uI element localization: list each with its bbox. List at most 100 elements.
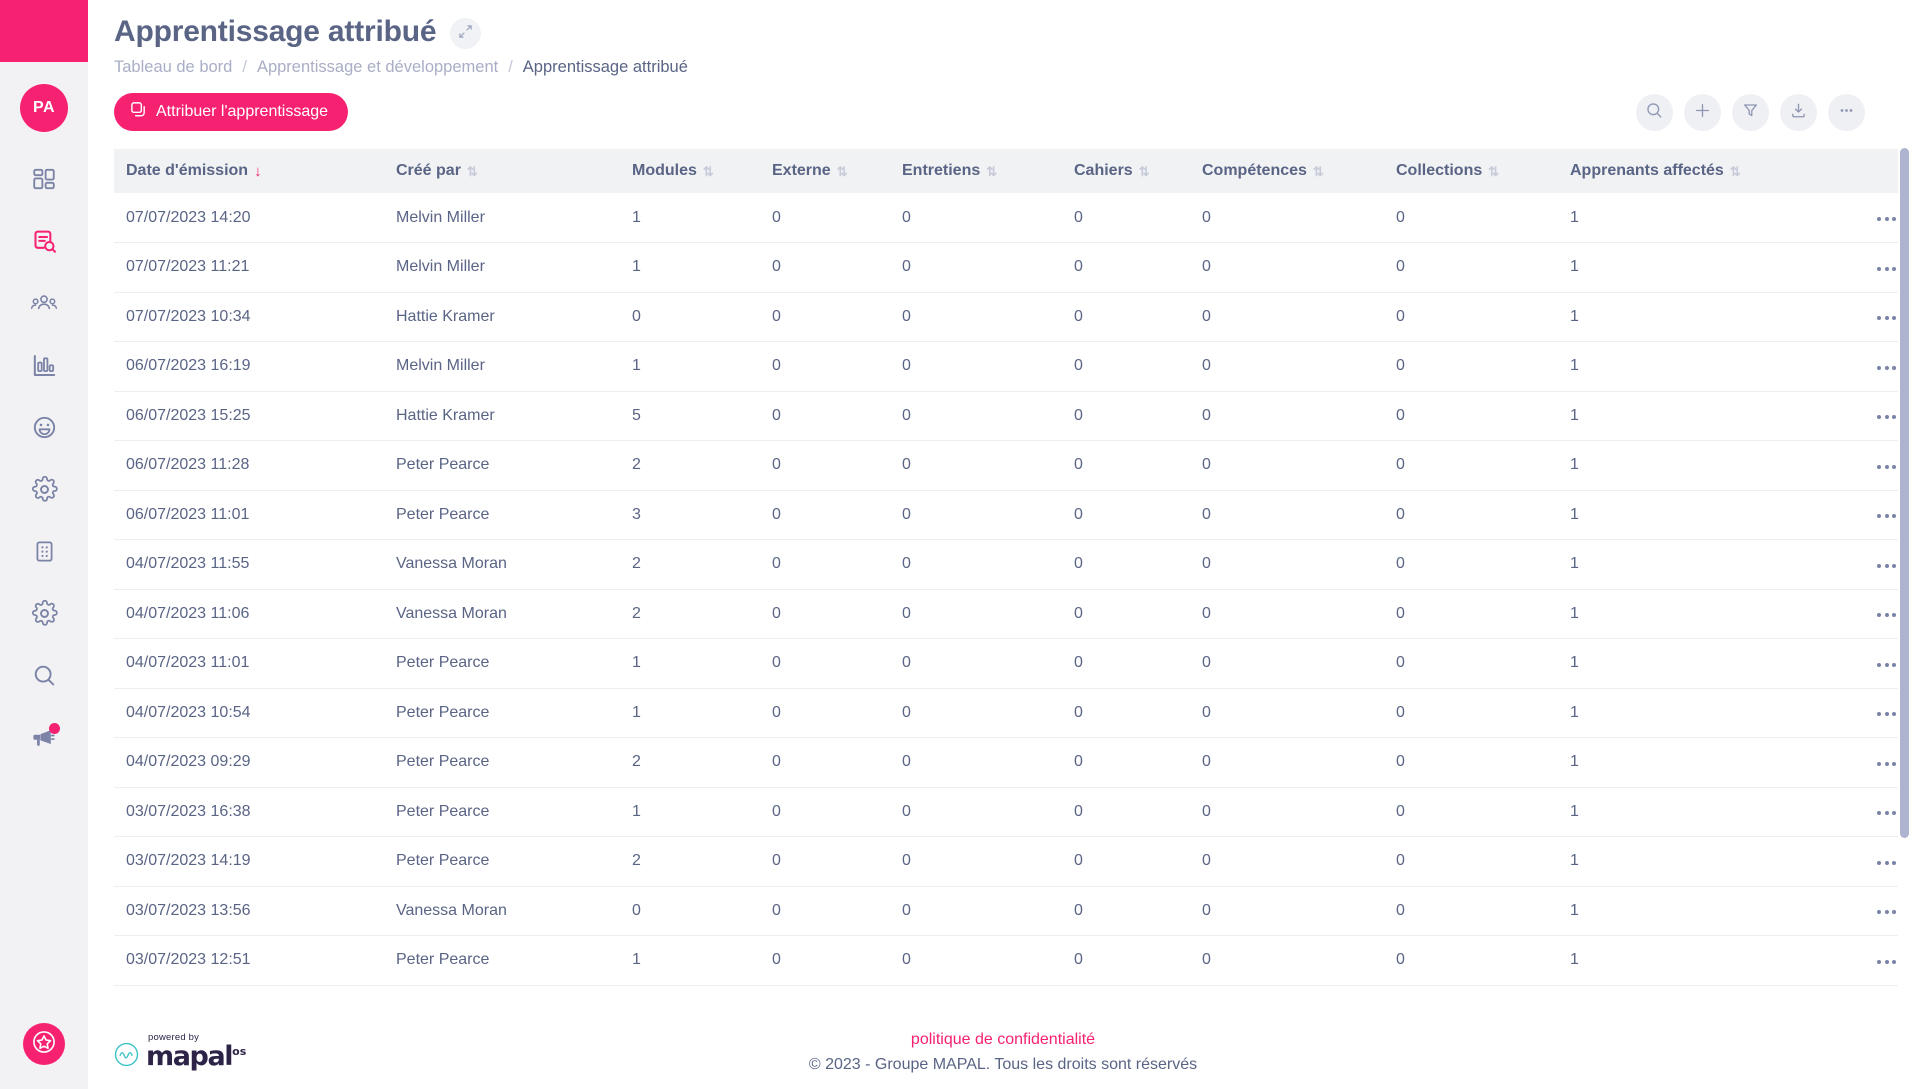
cell-competences: 0 (1190, 292, 1384, 342)
mapal-logo: powered by mapalos (114, 1032, 246, 1072)
assigned-learning-table: Date d'émission ↓ Créé par ⇅ Modules ⇅ Exte… (114, 149, 1898, 986)
cell-collections: 0 (1384, 490, 1558, 540)
cell-competences: 0 (1190, 589, 1384, 639)
table-row[interactable]: 03/07/2023 12:51 Peter Pearce 1 0 0 0 0 0 1 (114, 935, 1898, 986)
table-row[interactable]: 07/07/2023 14:20 Melvin Miller 1 0 0 0 0 0 1 (114, 193, 1898, 243)
kebab-menu-icon[interactable] (1875, 805, 1898, 821)
mapal-brand-text: mapal (146, 1041, 234, 1072)
sidebar-item-search[interactable] (0, 644, 88, 706)
column-header-author[interactable]: Créé par ⇅ (384, 149, 620, 193)
sidebar-item-learning[interactable] (0, 210, 88, 272)
kebab-menu-icon[interactable] (1875, 261, 1898, 277)
cell-author: Peter Pearce (384, 440, 620, 491)
cell-externe: 0 (760, 391, 890, 441)
kebab-menu-icon[interactable] (1875, 360, 1898, 376)
table-row[interactable]: 07/07/2023 10:34 Hattie Kramer 0 0 0 0 0 0 1 (114, 292, 1898, 342)
cell-date: 07/07/2023 14:20 (114, 193, 384, 243)
main-content: Apprentissage attribué Tableau de bord /… (88, 0, 1918, 1089)
sort-icon: ⇅ (1729, 163, 1741, 179)
mapal-wordmark: powered by mapalos (146, 1032, 246, 1072)
cell-apprenants: 1 (1558, 490, 1808, 540)
table-row[interactable]: 06/07/2023 11:01 Peter Pearce 3 0 0 0 0 0 1 (114, 490, 1898, 540)
table-row[interactable]: 04/07/2023 10:54 Peter Pearce 1 0 0 0 0 0 1 (114, 688, 1898, 738)
table-row[interactable]: 06/07/2023 15:25 Hattie Kramer 5 0 0 0 0 0 1 (114, 391, 1898, 441)
table-row[interactable]: 07/07/2023 11:21 Melvin Miller 1 0 0 0 0 0 1 (114, 242, 1898, 293)
sidebar-item-people[interactable] (0, 272, 88, 334)
kebab-menu-icon[interactable] (1875, 706, 1898, 722)
sidebar-item-admin[interactable] (0, 582, 88, 644)
table-row[interactable]: 04/07/2023 11:01 Peter Pearce 1 0 0 0 0 0 1 (114, 638, 1898, 689)
breadcrumb-item-dashboard[interactable]: Tableau de bord (114, 58, 232, 77)
cell-entretiens: 0 (890, 589, 1062, 639)
table-row[interactable]: 03/07/2023 14:19 Peter Pearce 2 0 0 0 0 0 1 (114, 836, 1898, 887)
kebab-menu-icon[interactable] (1875, 409, 1898, 425)
sort-icon: ⇅ (466, 163, 478, 179)
kebab-menu-icon[interactable] (1875, 904, 1898, 920)
sidebar-brand-block (0, 0, 88, 62)
column-header-entretiens[interactable]: Entretiens ⇅ (890, 149, 1062, 193)
cell-apprenants: 1 (1558, 341, 1808, 392)
column-header-modules[interactable]: Modules ⇅ (620, 149, 760, 193)
gear-icon (31, 599, 58, 627)
toolbar-search-button[interactable] (1636, 93, 1673, 131)
kebab-menu-icon[interactable] (1875, 310, 1898, 326)
toolbar-filter-button[interactable] (1732, 93, 1769, 131)
cell-collections: 0 (1384, 193, 1558, 243)
table-row[interactable]: 04/07/2023 09:29 Peter Pearce 2 0 0 0 0 0 1 (114, 737, 1898, 788)
sidebar-item-favourites[interactable] (23, 1023, 65, 1065)
cell-cahiers: 0 (1062, 292, 1190, 342)
column-header-collections[interactable]: Collections ⇅ (1384, 149, 1558, 193)
kebab-menu-icon[interactable] (1875, 954, 1898, 970)
sidebar-item-locations[interactable] (0, 520, 88, 582)
action-bar: Attribuer l'apprentissage (114, 93, 1892, 131)
toolbar-more-button[interactable] (1828, 93, 1865, 131)
cell-entretiens: 0 (890, 638, 1062, 689)
column-header-date[interactable]: Date d'émission ↓ (114, 149, 384, 193)
sort-icon: ⇅ (836, 163, 848, 179)
column-label: Collections (1396, 162, 1483, 179)
footer-center: politique de confidentialité © 2023 - Gr… (88, 1015, 1918, 1089)
sidebar-item-announcements[interactable] (0, 706, 88, 768)
breadcrumb-item-learning-development[interactable]: Apprentissage et développement (257, 58, 498, 77)
kebab-menu-icon[interactable] (1875, 558, 1898, 574)
table-row[interactable]: 03/07/2023 13:56 Vanessa Moran 0 0 0 0 0 0 1 (114, 886, 1898, 936)
kebab-menu-icon[interactable] (1875, 657, 1898, 673)
building-icon (32, 539, 57, 564)
kebab-menu-icon[interactable] (1875, 459, 1898, 475)
cell-actions (1808, 391, 1898, 441)
sidebar-item-engagement[interactable] (0, 396, 88, 458)
cell-externe: 0 (760, 292, 890, 342)
assign-learning-button[interactable]: Attribuer l'apprentissage (114, 93, 349, 131)
toolbar-add-button[interactable] (1684, 93, 1721, 131)
kebab-menu-icon[interactable] (1875, 756, 1898, 772)
table-row[interactable]: 06/07/2023 16:19 Melvin Miller 1 0 0 0 0 0 1 (114, 341, 1898, 392)
kebab-menu-icon[interactable] (1875, 508, 1898, 524)
cell-author: Peter Pearce (384, 688, 620, 738)
kebab-menu-icon[interactable] (1875, 607, 1898, 623)
table-row[interactable]: 06/07/2023 11:28 Peter Pearce 2 0 0 0 0 0 1 (114, 440, 1898, 491)
sidebar-item-dashboard[interactable] (0, 148, 88, 210)
column-header-apprenants[interactable]: Apprenants affectés ⇅ (1558, 149, 1808, 193)
table-container: Date d'émission ↓ Créé par ⇅ Modules ⇅ Exte… (114, 149, 1898, 1015)
privacy-policy-link[interactable]: politique de confidentialité (911, 1031, 1095, 1049)
sidebar-item-settings[interactable] (0, 458, 88, 520)
kebab-menu-icon[interactable] (1875, 855, 1898, 871)
column-header-cahiers[interactable]: Cahiers ⇅ (1062, 149, 1190, 193)
avatar[interactable]: PA (20, 84, 68, 132)
vertical-scrollbar[interactable] (1900, 148, 1909, 838)
table-row[interactable]: 04/07/2023 11:06 Vanessa Moran 2 0 0 0 0 0 1 (114, 589, 1898, 639)
column-header-externe[interactable]: Externe ⇅ (760, 149, 890, 193)
table-row[interactable]: 03/07/2023 16:38 Peter Pearce 1 0 0 0 0 0 1 (114, 787, 1898, 837)
toolbar-download-button[interactable] (1780, 93, 1817, 131)
cell-competences: 0 (1190, 787, 1384, 837)
column-header-competences[interactable]: Compétences ⇅ (1190, 149, 1384, 193)
sidebar-footer (0, 1023, 88, 1065)
cell-apprenants: 1 (1558, 391, 1808, 441)
expand-view-button[interactable] (450, 18, 482, 49)
cell-apprenants: 1 (1558, 836, 1808, 887)
table-row[interactable]: 04/07/2023 11:55 Vanessa Moran 2 0 0 0 0 0 1 (114, 539, 1898, 590)
cell-author: Peter Pearce (384, 935, 620, 986)
download-icon (1789, 101, 1808, 123)
kebab-menu-icon[interactable] (1875, 211, 1898, 227)
sidebar-item-reports[interactable] (0, 334, 88, 396)
